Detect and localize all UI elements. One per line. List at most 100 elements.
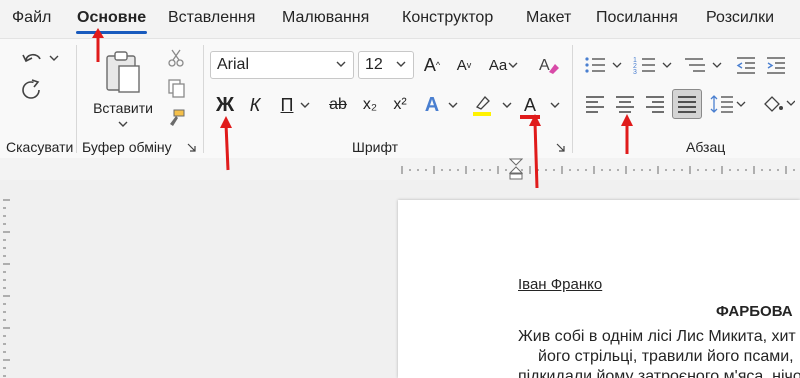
numbering-button[interactable]: 1 2 3	[632, 53, 674, 77]
grow-font-icon: A	[423, 54, 436, 75]
group-separator	[203, 45, 204, 153]
highlight-button[interactable]	[470, 92, 514, 118]
clipboard-icon	[106, 51, 140, 93]
redo-icon	[22, 79, 40, 99]
ribbon: Скасувати Вставити Буфер обміну Arial 12…	[0, 38, 800, 160]
clipboard-group-label: Буфер обміну	[82, 139, 172, 155]
active-tab-indicator	[76, 31, 147, 34]
shading-button[interactable]	[760, 91, 796, 117]
tab-references[interactable]: Посилання	[596, 9, 678, 27]
tab-draw[interactable]: Малювання	[282, 9, 369, 27]
undo-group-label: Скасувати	[6, 139, 74, 155]
align-right-icon	[646, 96, 664, 113]
text-effects-button[interactable]: A	[420, 92, 464, 118]
subscript-button[interactable]: x₂	[358, 92, 382, 118]
redo-button[interactable]	[16, 77, 46, 103]
bullets-icon	[585, 57, 622, 73]
svg-text:3: 3	[633, 69, 637, 76]
line-spacing-button[interactable]	[708, 91, 748, 117]
group-separator	[76, 45, 77, 153]
tab-layout[interactable]: Макет	[526, 9, 571, 27]
multilevel-list-button[interactable]	[682, 53, 724, 77]
decrease-indent-button[interactable]	[734, 53, 758, 77]
vertical-ruler[interactable]	[0, 180, 14, 378]
tab-design[interactable]: Конструктор	[402, 9, 493, 27]
chevron-down-icon	[396, 61, 406, 67]
clear-formatting-button[interactable]: A	[536, 53, 562, 77]
tab-insert[interactable]: Вставлення	[168, 9, 255, 27]
superscript-icon: x²	[393, 96, 407, 113]
chevron-down-icon	[118, 121, 128, 127]
align-right-button[interactable]	[642, 91, 668, 117]
undo-icon	[22, 53, 59, 63]
shrink-font-icon: A	[456, 56, 467, 74]
tab-home[interactable]: Основне	[77, 9, 146, 27]
chevron-down-icon	[300, 102, 310, 108]
ruler-ticks	[401, 166, 795, 174]
undo-button[interactable]	[16, 47, 62, 69]
underline-icon: П	[280, 94, 294, 115]
chevron-down-icon	[336, 61, 346, 67]
align-left-button[interactable]	[582, 91, 608, 117]
clear-formatting-icon: A	[539, 57, 559, 74]
copy-button[interactable]	[164, 77, 188, 99]
copy-icon	[168, 79, 185, 98]
change-case-icon: Aa	[488, 56, 508, 74]
change-case-button[interactable]: Aa	[484, 53, 524, 77]
bullets-button[interactable]	[582, 53, 624, 77]
superscript-button[interactable]: x²	[388, 92, 412, 118]
text-effects-icon: A	[424, 93, 440, 116]
paint-bucket-icon	[764, 96, 795, 112]
tab-mailings[interactable]: Розсилки	[706, 9, 774, 27]
ribbon-tabs: Файл Основне Вставлення Малювання Констр…	[0, 0, 800, 38]
justify-icon	[678, 96, 696, 113]
grow-font-button[interactable]: A ^	[420, 53, 444, 77]
indent-marker-icon[interactable]	[509, 158, 523, 180]
underline-button[interactable]: П	[274, 92, 318, 118]
decrease-indent-icon	[736, 57, 755, 74]
strikethrough-icon: ab	[329, 96, 347, 113]
annotation-arrow	[92, 28, 104, 62]
strikethrough-button[interactable]: ab	[326, 92, 350, 118]
dialog-launcher-icon[interactable]	[556, 143, 566, 153]
subscript-icon: x₂	[362, 96, 378, 113]
increase-indent-icon	[767, 57, 785, 74]
document-text-line: його стрільці, травили його псами,	[538, 348, 794, 365]
font-family-value: Arial	[217, 56, 250, 73]
chevron-down-icon	[508, 62, 518, 68]
document-title: ФАРБОВА	[716, 303, 793, 320]
paragraph-group-label: Абзац	[686, 139, 726, 155]
chevron-down-icon	[448, 102, 458, 108]
cut-button[interactable]	[164, 47, 188, 69]
annotation-arrow	[220, 116, 232, 171]
align-left-icon	[586, 96, 604, 113]
tab-file[interactable]: Файл	[12, 9, 51, 27]
font-size-select[interactable]: 12	[358, 51, 414, 79]
chevron-down-icon	[550, 102, 560, 108]
paste-label: Вставити	[93, 100, 153, 116]
italic-icon: К	[249, 94, 261, 115]
shrink-font-button[interactable]: Av	[452, 53, 476, 77]
italic-button[interactable]: К	[244, 92, 266, 118]
numbering-icon: 1 2 3	[633, 57, 672, 76]
document-text-line: підкидали йому затроєного м'яса, нічо	[518, 368, 800, 378]
font-family-select[interactable]: Arial	[210, 51, 354, 79]
multilevel-list-icon	[685, 58, 722, 72]
annotation-arrow	[621, 114, 633, 154]
document-page[interactable]: Іван Франко ФАРБОВА Жив собі в однім ліс…	[398, 200, 800, 378]
format-painter-icon	[170, 109, 185, 126]
annotation-arrow	[529, 114, 541, 189]
font-size-value: 12	[365, 56, 383, 73]
svg-text:A: A	[539, 57, 550, 74]
scissors-icon	[168, 49, 184, 67]
highlighter-icon	[473, 96, 491, 116]
font-group-label: Шрифт	[352, 139, 399, 155]
increase-indent-button[interactable]	[764, 53, 788, 77]
document-author: Іван Франко	[518, 276, 603, 293]
horizontal-ruler[interactable]	[0, 158, 800, 180]
document-text-line: Жив собі в однім лісі Лис Микита, хит	[518, 328, 796, 345]
justify-button[interactable]	[672, 89, 702, 119]
dialog-launcher-icon[interactable]	[187, 143, 197, 153]
format-painter-button[interactable]	[164, 107, 188, 129]
line-spacing-icon	[710, 95, 746, 113]
